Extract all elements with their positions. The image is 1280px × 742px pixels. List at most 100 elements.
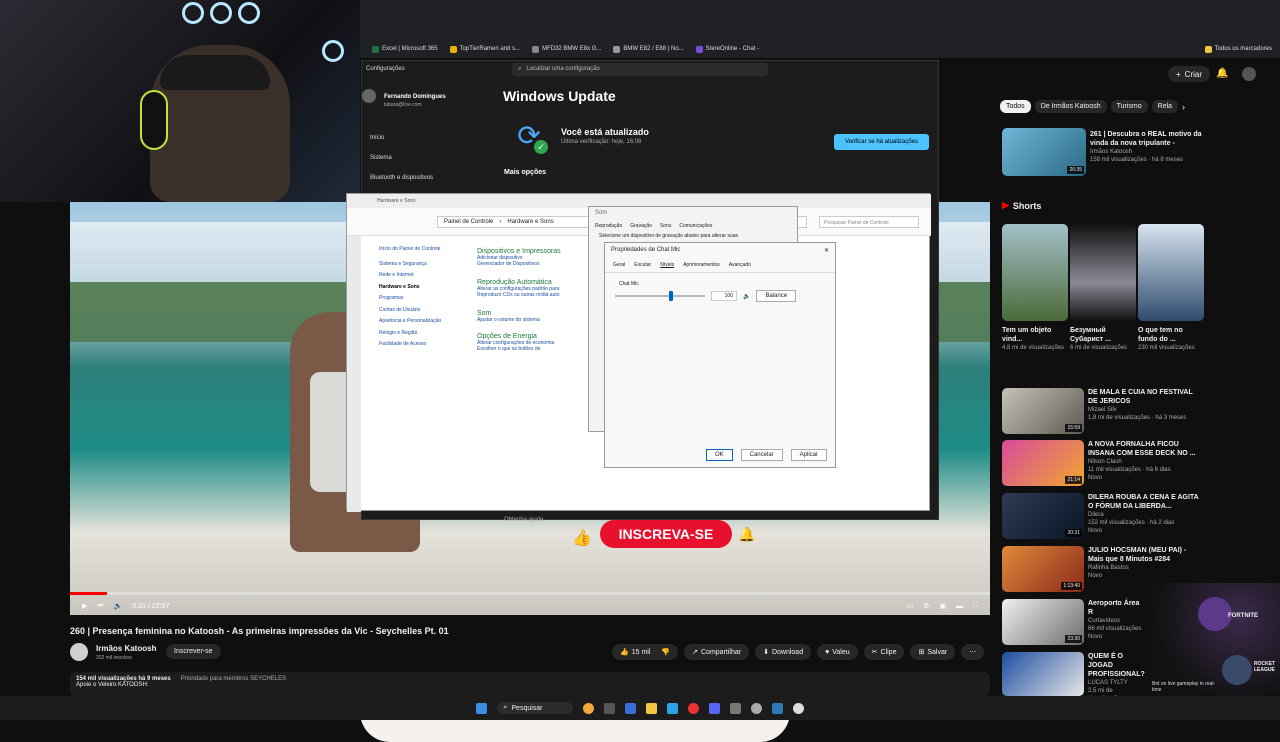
tab-niveis[interactable]: Níveis [660,262,674,268]
channel-avatar[interactable] [70,643,88,661]
taskbar-search[interactable]: ⌕ Pesquisar [497,702,573,714]
tab-avancado[interactable]: Avançado [729,262,751,268]
rec-channel[interactable]: Mizael Silv [1088,406,1200,414]
cp-nav-item[interactable]: Rede e Internet [379,270,441,282]
cp-nav-item[interactable]: Início do Painel de Controle [379,244,441,256]
chip-channel[interactable]: De Irmãos Katoosh [1034,100,1107,113]
bookmark-item[interactable]: Excel | Microsoft 365 [372,45,438,53]
cp-nav-item[interactable]: Relógio e Região [379,328,441,340]
section-link[interactable]: Reproduzir CDs ou outras mídia auto [477,292,597,298]
cp-search-input[interactable]: Pesquisar Painel de Controle [819,216,919,228]
more-button[interactable]: ⋯ [961,644,985,660]
create-button[interactable]: + Criar [1168,66,1211,82]
rec-thumbnail[interactable]: 20:31 [1002,493,1084,539]
rec-thumbnail[interactable]: 21:14 [1002,440,1084,486]
settings-gear-icon[interactable]: ⚙ [923,602,929,610]
tab-sons[interactable]: Sons [660,223,671,229]
section-title[interactable]: Dispositivos e Impressoras [477,248,597,255]
cp-nav-item[interactable]: Contas de Usuário [379,305,441,317]
bookmark-item[interactable]: MFD32 BMW E8x G... [532,45,601,53]
bookmark-item[interactable]: TopTierRamen and s... [449,45,520,53]
app-icon[interactable] [729,702,741,714]
short-thumbnail[interactable] [1138,224,1204,321]
section-title[interactable]: Opções de Energia [477,333,597,340]
chrome-icon[interactable] [687,702,699,714]
copilot-icon[interactable] [624,702,636,714]
rec-channel[interactable]: Nilson Clash [1088,458,1200,466]
rec-title[interactable]: DILERA ROUBA A CENA E AGITA O FÓRUM DA L… [1088,493,1200,511]
rec-title[interactable]: JULIO HOCSMAN (MEU PAI) - Mais que 8 Min… [1088,546,1200,564]
all-bookmarks[interactable]: Todos os marcadores [1204,45,1272,53]
app-icon[interactable] [771,702,783,714]
save-button[interactable]: ⊞ Salvar [910,644,956,660]
next-icon[interactable]: ⏭ [97,602,103,610]
rec-title[interactable]: 261 | Descubra o REAL motivo da vinda da… [1090,130,1202,148]
section-title[interactable]: Reprodução Automática [477,279,597,286]
chip-todos[interactable]: Todos [1000,100,1031,113]
rec-channel[interactable]: LUCAS TYLTY [1088,679,1142,687]
bookmark-item[interactable]: StereOnline - Chat - [695,45,759,53]
cp-nav-item[interactable]: Facilidade de Acesso [379,339,441,351]
volume-icon[interactable]: 🔊 [114,602,123,610]
cp-nav-item-active[interactable]: Hardware e Sons [379,282,441,294]
level-value-input[interactable]: 100 [711,291,737,301]
rec-channel[interactable]: Irmãos Katoosh [1090,148,1202,156]
bookmark-item[interactable]: BMW E82 / E88 | No... [613,45,684,53]
help-link[interactable]: Obtenha ajuda [504,517,543,523]
section-title[interactable]: Som [477,310,597,317]
level-slider[interactable] [615,291,705,301]
settings-search-input[interactable]: ⌕ Localizar uma configuração [512,63,768,76]
breadcrumb-item[interactable]: Hardware e Sons [507,219,553,225]
channel-name[interactable]: Irmãos Katoosh [96,644,156,653]
cp-nav-item[interactable]: Aparência e Personalização [379,316,441,328]
short-title[interactable]: Tem um objeto vind... [1002,326,1066,344]
section-link[interactable]: Ajustar o volume do sistema [477,317,597,323]
ok-button[interactable]: OK [705,449,733,461]
level-slider-thumb[interactable] [669,291,673,301]
section-link[interactable]: Escolher o que os botões de [477,346,597,352]
nav-sistema[interactable]: Sistema [370,155,392,161]
nav-inicio[interactable]: Início [370,135,384,141]
play-icon[interactable]: ▶ [82,602,87,610]
tab-comunicacoes[interactable]: Comunicações [679,223,712,229]
clip-button[interactable]: ✂ Clipe [863,644,905,660]
speaker-icon[interactable]: 🔈 [743,293,750,300]
like-button[interactable]: 👍 15 mil 👎 [612,644,679,660]
balance-button[interactable]: Balance [756,290,797,302]
tab-reproducao[interactable]: Reprodução [595,223,622,229]
file-explorer-icon[interactable] [645,702,657,714]
close-icon[interactable]: ✕ [824,247,829,254]
breadcrumb-item[interactable]: Painel de Controle [444,219,493,225]
rec-channel[interactable]: Rafinha Bastos [1088,564,1200,572]
nav-bluetooth[interactable]: Bluetooth e dispositivos [370,175,433,181]
rec-thumbnail[interactable]: 1:13:40 [1002,546,1084,592]
rec-title[interactable]: Aeroporto Área R [1088,599,1142,617]
app-icon[interactable] [792,702,804,714]
check-updates-button[interactable]: Verificar se há atualizações [834,134,929,150]
chip-turismo[interactable]: Turismo [1110,100,1148,113]
short-title[interactable]: O que tem no fundo do ... [1138,326,1202,344]
cp-nav-item[interactable]: Sistema e Segurança [379,259,441,271]
tab-geral[interactable]: Geral [613,262,625,268]
thanks-button[interactable]: ♥ Valeu [817,644,858,660]
subscribe-button[interactable]: Inscrever-se [166,644,221,659]
subtitles-icon[interactable]: ▭ [907,602,914,610]
windows-start-icon[interactable] [476,702,488,714]
tab-gravacao[interactable]: Gravação [630,223,652,229]
rec-thumbnail[interactable]: 26:35 [1002,128,1086,176]
settings-gear-icon[interactable] [750,702,762,714]
avatar[interactable] [1242,67,1256,81]
description-box[interactable]: 154 mil visualizações há 9 meses Priorida… [70,672,990,696]
chip-rela[interactable]: Rela [1151,100,1179,113]
rec-thumbnail[interactable]: 23:30 [1002,599,1084,645]
discord-icon[interactable] [708,702,720,714]
task-view-icon[interactable] [603,702,615,714]
short-thumbnail[interactable] [1070,224,1136,321]
short-title[interactable]: Безумный Субарист ... [1070,326,1134,344]
section-link[interactable]: Gerenciador de Dispositivos [477,261,597,267]
cancel-button[interactable]: Cancelar [740,449,783,461]
rec-title[interactable]: DE MALA E CUIA NO FESTIVAL DE JERICOS [1088,388,1200,406]
chevron-right-icon[interactable]: › [1182,102,1185,112]
rec-thumbnail[interactable] [1002,652,1084,696]
edge-icon[interactable] [666,702,678,714]
